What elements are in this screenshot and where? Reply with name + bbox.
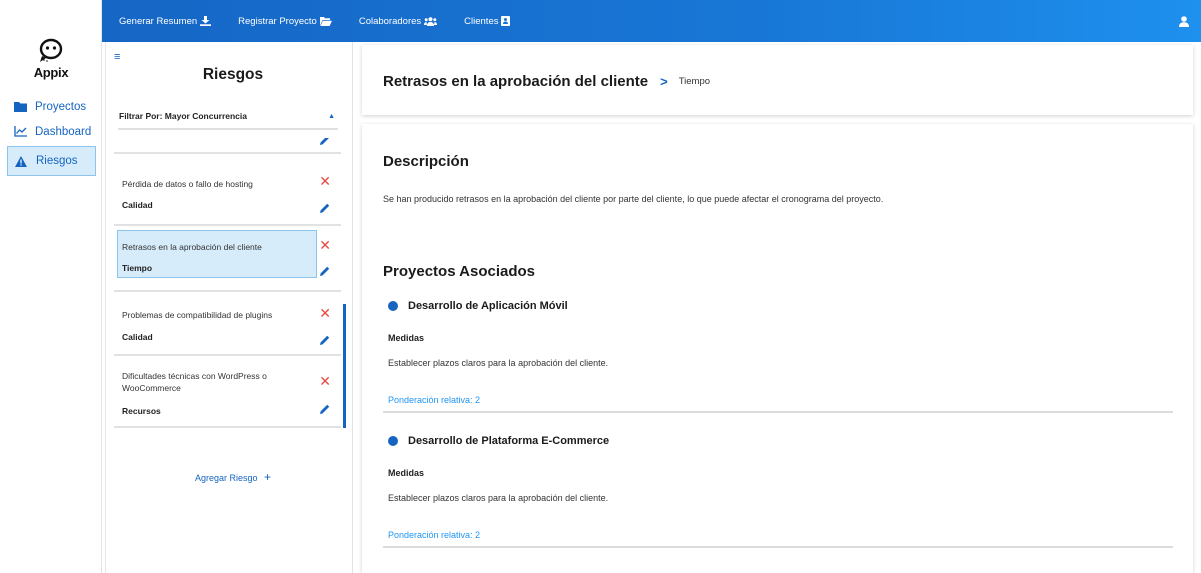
risk-title: Dificultades técnicas con WordPress o Wo…: [122, 371, 267, 393]
risk-item-selected[interactable]: Retrasos en la aprobación del cliente Ti…: [114, 228, 341, 292]
bullet-icon: [388, 436, 398, 446]
edit-icon[interactable]: [320, 401, 330, 419]
line-chart-icon: [13, 126, 27, 138]
filter-label: Filtrar Por: Mayor Concurrencia: [119, 111, 248, 121]
project-name-row: Desarrollo de Plataforma E-Commerce: [383, 435, 609, 447]
page-title: Retrasos en la aprobación del cliente: [383, 73, 649, 90]
top-nav: Generar Resumen Registrar Proyecto Colab…: [119, 0, 537, 42]
panel-title: Riesgos: [202, 66, 264, 83]
tnav-label: Generar Resumen: [119, 15, 198, 27]
edit-icon[interactable]: [320, 332, 330, 350]
measures-label: Medidas: [388, 333, 425, 343]
logo-text: Appix: [33, 65, 69, 80]
sidebar-item-label: Riesgos: [36, 155, 78, 167]
add-risk-label: Agregar Riesgo: [194, 473, 258, 483]
user-icon[interactable]: [1179, 14, 1189, 32]
users-icon: [424, 16, 438, 26]
sidebar-item-riesgos[interactable]: Riesgos: [7, 146, 96, 176]
risks-panel: ≡ Riesgos Filtrar Por: Mayor Concurrenci…: [105, 42, 353, 573]
edit-icon[interactable]: [320, 138, 330, 150]
measures-text: Establecer plazos claros para la aprobac…: [388, 493, 609, 503]
project-name: Desarrollo de Plataforma E-Commerce: [408, 435, 610, 447]
robot-icon: [39, 38, 63, 62]
projects-heading: Proyectos Asociados: [383, 263, 535, 280]
sidebar-item-label: Dashboard: [35, 125, 92, 138]
tnav-label: Clientes: [464, 15, 499, 27]
colaboradores-button[interactable]: Colaboradores: [358, 15, 438, 27]
risk-category: Tiempo: [122, 263, 153, 273]
sidebar-item-label: Proyectos: [35, 100, 87, 113]
chevron-right-icon: >: [660, 74, 668, 89]
address-book-icon: [501, 16, 511, 26]
risk-list[interactable]: Pérdida de datos o fallo de hosting Cali…: [111, 138, 346, 430]
project-item: Desarrollo de Aplicación Móvil Medidas E…: [383, 300, 1173, 413]
menu-icon[interactable]: ≡: [114, 52, 120, 63]
weight-link[interactable]: Ponderación relativa: 2: [388, 530, 480, 540]
risk-category: Calidad: [122, 332, 153, 342]
risk-category: Calidad: [122, 200, 153, 210]
weight-link[interactable]: Ponderación relativa: 2: [388, 395, 480, 405]
clientes-button[interactable]: Clientes: [464, 15, 511, 27]
sidebar-nav: Proyectos Dashboard Riesgos: [7, 94, 96, 176]
warning-icon: [14, 155, 28, 167]
risk-item[interactable]: Pérdida de datos o fallo de hosting Cali…: [114, 162, 341, 226]
app-sidebar: Appix Proyectos Dashboard Riesgos: [0, 0, 102, 573]
add-risk-button[interactable]: Agregar Riesgo +: [106, 470, 354, 484]
top-bar: Generar Resumen Registrar Proyecto Colab…: [102, 0, 1201, 42]
edit-icon[interactable]: [320, 263, 330, 281]
edit-icon[interactable]: [320, 200, 330, 218]
project-name-row: Desarrollo de Aplicación Móvil: [383, 300, 568, 312]
measures-text: Establecer plazos claros para la aprobac…: [388, 358, 609, 368]
risk-title: Pérdida de datos o fallo de hosting: [122, 179, 253, 189]
detail-content: Descripción Se han producido retrasos en…: [362, 124, 1193, 573]
tnav-label: Colaboradores: [358, 15, 422, 27]
folder-icon: [13, 101, 27, 113]
risk-title: Retrasos en la aprobación del cliente: [122, 242, 262, 252]
risk-category: Recursos: [122, 406, 161, 416]
sidebar-item-dashboard[interactable]: Dashboard: [7, 119, 96, 144]
delete-icon[interactable]: ✕: [319, 238, 331, 252]
risk-title: Problemas de compatibilidad de plugins: [122, 310, 273, 320]
risk-item[interactable]: Problemas de compatibilidad de plugins C…: [114, 294, 341, 356]
breadcrumb-category: Tiempo: [678, 76, 711, 87]
project-item: Desarrollo de Plataforma E-Commerce Medi…: [383, 435, 1173, 548]
delete-icon[interactable]: ✕: [319, 306, 331, 320]
risk-item[interactable]: [114, 138, 341, 154]
breadcrumb: Retrasos en la aprobación del cliente > …: [383, 73, 710, 90]
delete-icon[interactable]: ✕: [319, 374, 331, 388]
sidebar-item-proyectos[interactable]: Proyectos: [7, 94, 96, 119]
folder-open-icon: [319, 16, 332, 26]
delete-icon[interactable]: ✕: [319, 174, 331, 188]
generar-resumen-button[interactable]: Generar Resumen: [119, 15, 212, 27]
description-text: Se han producido retrasos en la aprobaci…: [383, 194, 884, 204]
filter-dropdown[interactable]: Filtrar Por: Mayor Concurrencia ▲: [118, 104, 338, 130]
risk-item[interactable]: Dificultades técnicas con WordPress o Wo…: [114, 358, 341, 428]
plus-icon: +: [264, 470, 272, 484]
measures-label: Medidas: [388, 468, 425, 478]
scrollbar[interactable]: [343, 304, 346, 428]
project-name: Desarrollo de Aplicación Móvil: [408, 300, 568, 312]
caret-up-icon: ▲: [328, 112, 335, 120]
description-heading: Descripción: [383, 153, 469, 170]
bullet-icon: [388, 301, 398, 311]
download-icon: [200, 16, 212, 26]
tnav-label: Registrar Proyecto: [238, 15, 317, 27]
registrar-proyecto-button[interactable]: Registrar Proyecto: [238, 16, 332, 27]
detail-header: Retrasos en la aprobación del cliente > …: [362, 45, 1193, 115]
app-logo[interactable]: Appix: [28, 38, 74, 80]
